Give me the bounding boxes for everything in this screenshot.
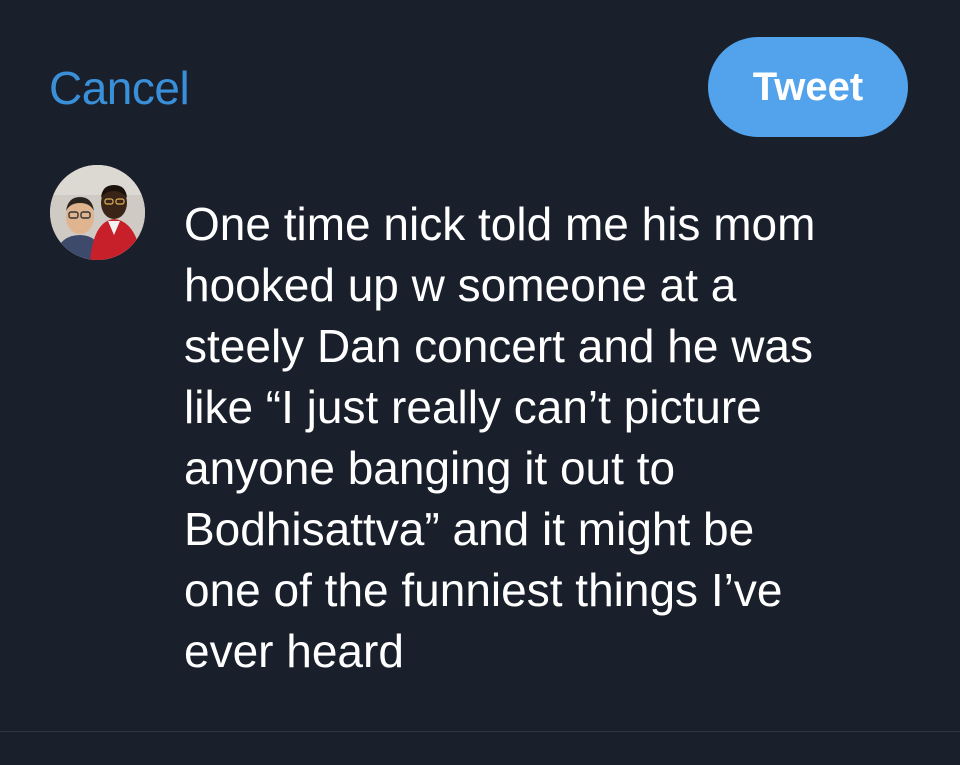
tweet-text-line: like “I just really can’t picture: [184, 381, 762, 433]
cancel-button[interactable]: Cancel: [49, 62, 190, 114]
tweet-text-line: hooked up w someone at a: [184, 259, 737, 311]
avatar: [50, 165, 145, 260]
tweet-text[interactable]: One time nick told me his mom hooked up …: [184, 194, 924, 682]
tweet-text-line: One time nick told me his mom: [184, 198, 816, 250]
tweet-text-line: ever heard: [184, 625, 404, 677]
profile-photo-icon: [50, 165, 145, 260]
tweet-text-line: steely Dan concert and he was: [184, 320, 814, 372]
tweet-compose-screen: Cancel Tweet One time nick told me his m…: [0, 0, 960, 765]
tweet-text-line: anyone banging it out to: [184, 442, 676, 494]
divider: [0, 731, 960, 732]
tweet-button[interactable]: Tweet: [708, 37, 908, 137]
tweet-text-line: one of the funniest things I’ve: [184, 564, 783, 616]
tweet-text-line: Bodhisattva” and it might be: [184, 503, 755, 555]
